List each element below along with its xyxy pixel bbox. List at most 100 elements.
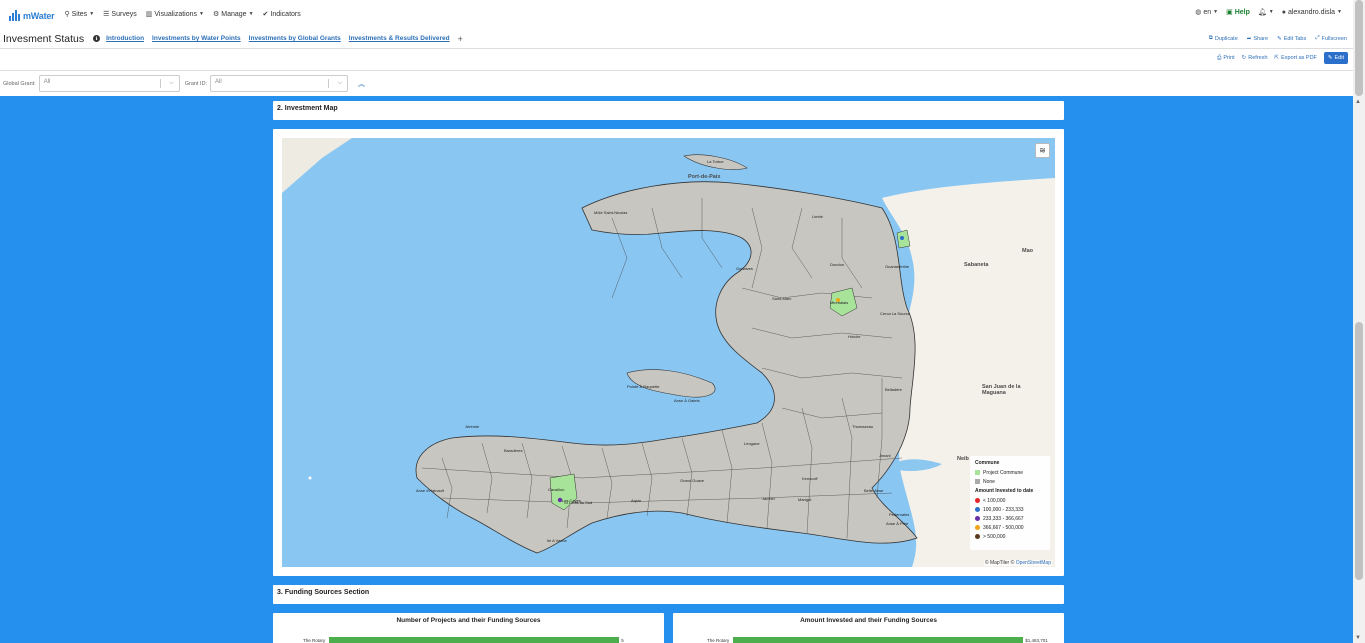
- nav-visualizations[interactable]: ▥ Visualizations ▼: [146, 10, 204, 19]
- bar-the-rotary[interactable]: [329, 637, 620, 643]
- collapse-filters-icon[interactable]: ︽: [358, 79, 365, 89]
- share-button[interactable]: ➦ Share: [1247, 35, 1268, 42]
- caret-down-icon: ▼: [199, 11, 204, 17]
- attribution-prefix: © MapTiler ©: [984, 560, 1015, 566]
- map-label-cavaillon: Cavaillon: [548, 487, 565, 492]
- map-label-cerca-la-source: Cerca La Source: [880, 311, 911, 316]
- edit-tabs-button[interactable]: ✎ Edit Tabs: [1277, 35, 1306, 42]
- nav-indicators[interactable]: ✔ Indicators: [262, 10, 301, 19]
- nav-manage[interactable]: ⚙ Manage ▼: [213, 10, 254, 19]
- refresh-button[interactable]: ↻ Refresh: [1242, 55, 1268, 61]
- fullscreen-button[interactable]: ⤢ Fullscreen: [1315, 35, 1347, 42]
- language-selector[interactable]: ◍ en ▼: [1195, 8, 1218, 17]
- top-navbar: mWater ⚲ Sites ▼ ☰ Surveys ▥ Visualizations ▼…: [0, 0, 1365, 28]
- check-circle-icon: ✔: [262, 11, 269, 18]
- user-icon: ●: [1281, 8, 1286, 16]
- map-label-mao: Mao: [1022, 248, 1033, 254]
- notifications-button[interactable]: 🔔︎ ▼: [1258, 8, 1274, 16]
- map-marker-icon: ⚲: [64, 11, 70, 18]
- openstreetmap-link[interactable]: OpenStreetMap: [1016, 560, 1051, 566]
- bar-value-label: $1,463,701: [1025, 637, 1048, 643]
- edit-button[interactable]: ✎ Edit: [1323, 52, 1348, 64]
- map-label-saint-marc: Saint-Marc: [772, 296, 792, 301]
- global-grant-label: Global Grant:: [3, 80, 36, 87]
- investment-map-title: 2. Investment Map: [277, 105, 338, 112]
- legend-label-project: Project Commune: [983, 469, 1024, 476]
- scrollbar-thumb[interactable]: [1355, 0, 1363, 96]
- fullscreen-label: Fullscreen: [1321, 35, 1347, 42]
- legend-dot-bin-5: [975, 534, 980, 539]
- map-label-ile-a-vache: Ile A Vache: [547, 538, 567, 543]
- nav-sites[interactable]: ⚲ Sites ▼: [64, 10, 94, 19]
- dashboard-title: Invesment Status: [3, 32, 85, 45]
- filter-bar: Global Grant: All ⌵ Grant ID: All ⌵ ︽: [0, 70, 1353, 96]
- duplicate-button[interactable]: ⧉ Duplicate: [1209, 35, 1238, 42]
- amount-chart-title: Amount Invested and their Funding Source…: [800, 617, 937, 624]
- legend-label-none: None: [983, 478, 995, 485]
- scroll-up-icon[interactable]: ▲: [1355, 99, 1361, 105]
- tab-investments-water-points[interactable]: Investments by Water Points: [152, 35, 241, 42]
- nav-surveys-label: Surveys: [111, 10, 137, 18]
- legend-dot-bin-3: [975, 516, 980, 521]
- user-menu[interactable]: ● alexandro.disla ▼: [1282, 9, 1342, 16]
- tab-investments-results[interactable]: Investments & Results Delivered: [349, 35, 450, 42]
- info-icon[interactable]: i: [93, 35, 101, 42]
- add-tab-button[interactable]: +: [458, 34, 463, 44]
- map-label-pedernales: Pedernales: [889, 512, 910, 517]
- bar-row-rotary: The Rotary $1,463,701: [707, 637, 1048, 643]
- language-label: en: [1203, 8, 1212, 16]
- mwater-logo[interactable]: mWater: [9, 7, 55, 21]
- grant-id-select[interactable]: All ⌵: [210, 75, 349, 92]
- funding-sources-title-widget[interactable]: 3. Funding Sources Section: [273, 585, 1064, 604]
- list-icon: ☰: [103, 11, 110, 18]
- map-label-hinche: Hinche: [848, 334, 861, 339]
- map-label-anse-dhainault: Anse d'Hainault: [416, 488, 444, 493]
- investment-map[interactable]: Port-de-Paix La Tortue Môle Saint-Nicola…: [282, 138, 1055, 567]
- map-label-thomazeau: Thomazeau: [852, 424, 874, 429]
- amount-funding-chart-widget[interactable]: Amount Invested and their Funding Source…: [673, 613, 1064, 643]
- nav-surveys[interactable]: ☰ Surveys: [103, 10, 137, 19]
- map-label-grand-goave: Grand Goave: [680, 478, 705, 483]
- legend-commune-title: Commune: [975, 460, 1000, 466]
- bar-category-label: The Rotary: [707, 637, 730, 643]
- projects-funding-chart-widget[interactable]: Number of Projects and their Funding Sou…: [273, 613, 664, 643]
- map-label-anse-a-galets: Anse À Galets: [674, 398, 700, 403]
- scrollbar-thumb[interactable]: [1355, 322, 1363, 580]
- print-label: Print: [1223, 55, 1235, 61]
- tab-introduction[interactable]: Introduction: [106, 35, 144, 42]
- map-label-baraderes: Baradères: [504, 448, 523, 453]
- funding-sources-title: 3. Funding Sources Section: [277, 589, 370, 596]
- pencil-icon: ✎: [1327, 55, 1333, 61]
- map-label-jacmel: Jacmel: [762, 496, 775, 501]
- logo-bars-icon: [9, 10, 20, 21]
- chevron-down-icon: ⌵: [169, 80, 174, 86]
- map-label-san-juan: San Juan de la Maguana: [982, 384, 1021, 396]
- map-label-limbe: Limbé: [812, 214, 823, 219]
- map-label-saint-louis-du-sud: St Louis du Sud: [564, 500, 593, 505]
- map-canvas[interactable]: [282, 138, 1055, 567]
- nav-indicators-label: Indicators: [270, 10, 301, 18]
- investment-map-title-widget[interactable]: 2. Investment Map: [273, 101, 1064, 120]
- expand-icon: ⤢: [1315, 35, 1320, 41]
- cuba-land: [282, 138, 352, 193]
- bar-the-rotary[interactable]: [733, 637, 1024, 643]
- pencil-icon: ✎: [1277, 35, 1282, 42]
- map-label-dondon: Dondon: [830, 262, 845, 267]
- map-legend: Commune Project Commune None Amount Inve…: [970, 456, 1050, 550]
- nav-sites-label: Sites: [71, 10, 88, 18]
- dashboard-header: Invesment Status i Introduction Investme…: [0, 29, 1353, 49]
- map-label-neiba: Neib: [957, 456, 969, 462]
- help-book-icon: ▣: [1226, 9, 1233, 16]
- export-pdf-button[interactable]: ⇱ Export as PDF: [1275, 55, 1317, 61]
- global-grant-select[interactable]: All ⌵: [38, 75, 180, 92]
- project-marker[interactable]: [900, 236, 904, 240]
- help-link[interactable]: ▣ Help: [1226, 8, 1250, 17]
- page-scrollbar-top[interactable]: [1353, 0, 1365, 96]
- print-button[interactable]: ⎙ Print: [1217, 55, 1235, 62]
- scroll-down-icon[interactable]: ▼: [1355, 635, 1361, 641]
- dashboard-scrollbar[interactable]: ▲ ▼: [1353, 96, 1365, 643]
- map-label-sabaneta: Sabaneta: [964, 262, 989, 268]
- tab-investments-global-grants[interactable]: Investments by Global Grants: [249, 35, 341, 42]
- map-label-jeremie: Jérémie: [465, 424, 480, 429]
- layers-icon[interactable]: ≋: [1035, 143, 1050, 158]
